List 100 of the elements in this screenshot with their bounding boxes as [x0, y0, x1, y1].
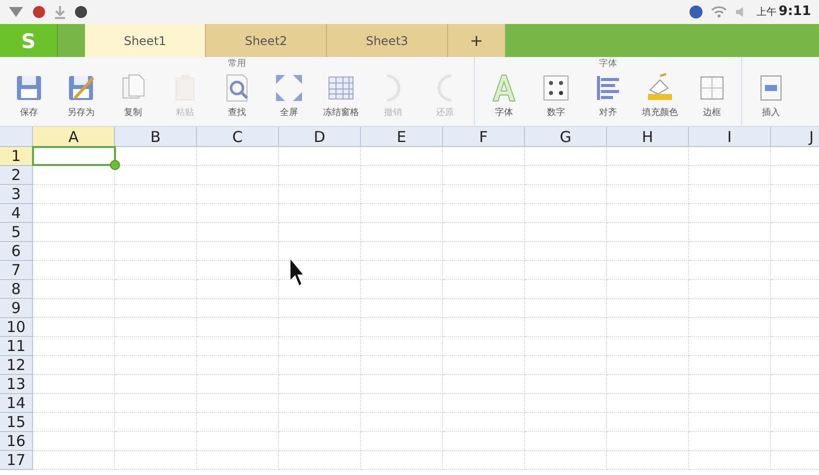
table-cell[interactable] — [525, 337, 607, 356]
row-header[interactable]: 17 — [0, 451, 33, 470]
table-cell[interactable] — [115, 356, 197, 375]
row-header[interactable]: 10 — [0, 318, 33, 337]
table-cell[interactable] — [525, 318, 607, 337]
toolbar-button[interactable]: 字体 — [478, 72, 530, 120]
table-cell[interactable] — [607, 261, 689, 280]
table-cell[interactable] — [33, 280, 115, 299]
table-cell[interactable] — [443, 166, 525, 185]
table-cell[interactable] — [197, 394, 279, 413]
toolbar-button[interactable]: 对齐 — [582, 72, 634, 120]
table-cell[interactable] — [197, 318, 279, 337]
table-cell[interactable] — [525, 394, 607, 413]
table-cell[interactable] — [607, 280, 689, 299]
row-header[interactable]: 8 — [0, 280, 33, 299]
row-header[interactable]: 5 — [0, 223, 33, 242]
table-cell[interactable] — [33, 204, 115, 223]
column-header[interactable]: G — [525, 127, 607, 147]
table-cell[interactable] — [115, 375, 197, 394]
toolbar-button[interactable]: 边框 — [686, 72, 738, 120]
table-cell[interactable] — [361, 261, 443, 280]
table-cell[interactable] — [115, 223, 197, 242]
table-cell[interactable] — [525, 432, 607, 451]
row-header[interactable]: 2 — [0, 166, 33, 185]
table-cell[interactable] — [525, 166, 607, 185]
row-header[interactable]: 14 — [0, 394, 33, 413]
table-cell[interactable] — [607, 432, 689, 451]
table-cell[interactable] — [197, 299, 279, 318]
table-cell[interactable] — [525, 413, 607, 432]
row-header[interactable]: 3 — [0, 185, 33, 204]
column-header[interactable]: A — [33, 127, 115, 147]
table-cell[interactable] — [689, 413, 771, 432]
table-cell[interactable] — [443, 337, 525, 356]
toolbar-button[interactable]: 填充颜色 — [634, 72, 686, 120]
table-cell[interactable] — [443, 299, 525, 318]
table-cell[interactable] — [525, 204, 607, 223]
table-cell[interactable] — [115, 280, 197, 299]
table-cell[interactable] — [279, 451, 361, 470]
table-cell[interactable] — [443, 147, 525, 166]
sheet-tab[interactable]: Sheet2 — [206, 24, 327, 57]
row-header[interactable]: 6 — [0, 242, 33, 261]
table-cell[interactable] — [689, 432, 771, 451]
table-cell[interactable] — [443, 242, 525, 261]
table-cell[interactable] — [279, 204, 361, 223]
table-cell[interactable] — [361, 432, 443, 451]
table-cell[interactable] — [361, 375, 443, 394]
table-cell[interactable] — [607, 242, 689, 261]
table-cell[interactable] — [443, 318, 525, 337]
table-cell[interactable] — [607, 185, 689, 204]
table-cell[interactable] — [33, 394, 115, 413]
toolbar-button[interactable]: 查找 — [211, 72, 263, 120]
table-cell[interactable] — [115, 413, 197, 432]
table-cell[interactable] — [607, 299, 689, 318]
table-cell[interactable] — [361, 394, 443, 413]
toolbar-button[interactable]: 冻结窗格 — [315, 72, 367, 120]
table-cell[interactable] — [361, 166, 443, 185]
table-cell[interactable] — [279, 413, 361, 432]
column-header[interactable]: C — [197, 127, 279, 147]
table-cell[interactable] — [115, 299, 197, 318]
add-sheet-button[interactable]: + — [448, 24, 505, 57]
table-cell[interactable] — [607, 337, 689, 356]
table-cell[interactable] — [689, 299, 771, 318]
row-header[interactable]: 9 — [0, 299, 33, 318]
table-cell[interactable] — [525, 280, 607, 299]
table-cell[interactable] — [689, 204, 771, 223]
table-cell[interactable] — [361, 147, 443, 166]
table-cell[interactable] — [33, 318, 115, 337]
table-cell[interactable] — [197, 204, 279, 223]
toolbar-button[interactable]: 全屏 — [263, 72, 315, 120]
table-cell[interactable] — [279, 432, 361, 451]
table-cell[interactable] — [607, 375, 689, 394]
table-cell[interactable] — [443, 204, 525, 223]
table-cell[interactable] — [361, 413, 443, 432]
toolbar-button[interactable]: 另存为 — [55, 72, 107, 120]
table-cell[interactable] — [361, 337, 443, 356]
table-cell[interactable] — [33, 432, 115, 451]
table-cell[interactable] — [279, 394, 361, 413]
table-cell[interactable] — [197, 185, 279, 204]
table-cell[interactable] — [197, 413, 279, 432]
table-cell[interactable] — [361, 185, 443, 204]
table-cell[interactable] — [197, 223, 279, 242]
table-cell[interactable] — [33, 337, 115, 356]
table-cell[interactable] — [689, 147, 771, 166]
table-cell[interactable] — [279, 337, 361, 356]
table-cell[interactable] — [197, 166, 279, 185]
table-cell[interactable] — [607, 166, 689, 185]
fill-handle[interactable] — [110, 160, 120, 170]
table-cell[interactable] — [607, 204, 689, 223]
table-cell[interactable] — [33, 375, 115, 394]
table-cell[interactable] — [525, 299, 607, 318]
table-cell[interactable] — [33, 299, 115, 318]
corner-cell[interactable] — [0, 127, 33, 147]
column-header[interactable]: J — [771, 127, 819, 147]
table-cell[interactable] — [361, 299, 443, 318]
table-cell[interactable] — [279, 223, 361, 242]
table-cell[interactable] — [689, 261, 771, 280]
row-header[interactable]: 4 — [0, 204, 33, 223]
selected-cell[interactable] — [32, 146, 116, 166]
table-cell[interactable] — [115, 185, 197, 204]
table-cell[interactable] — [443, 451, 525, 470]
